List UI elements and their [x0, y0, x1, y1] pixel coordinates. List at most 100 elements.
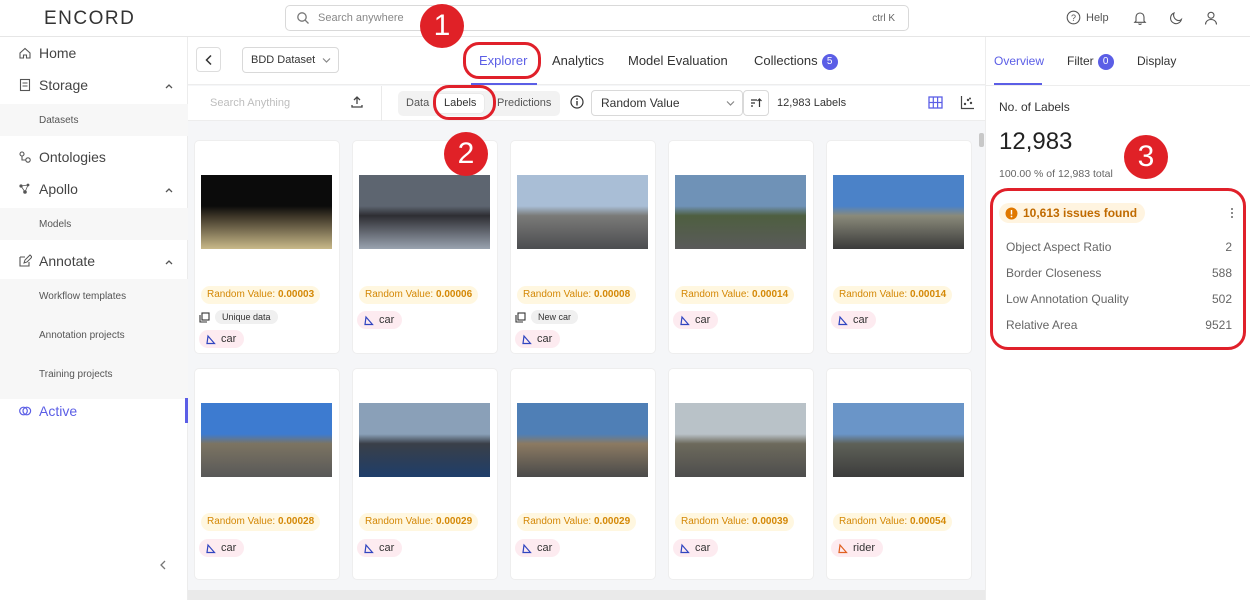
tab-filter[interactable]: Filter 0	[1067, 54, 1114, 70]
label-thumbnail[interactable]	[517, 403, 648, 477]
svg-text:?: ?	[1071, 13, 1076, 23]
dataset-select[interactable]: BDD Dataset	[242, 47, 339, 73]
user-icon[interactable]	[1203, 10, 1219, 26]
explorer-toolbar: Search Anything Data Labels Predictions …	[188, 86, 985, 121]
moon-icon[interactable]	[1168, 10, 1184, 26]
chevron-up-icon[interactable]	[164, 185, 174, 195]
annotation-ring-issues	[990, 188, 1246, 350]
label-thumbnail[interactable]	[675, 175, 806, 249]
object-class-chip[interactable]: car	[199, 539, 245, 557]
random-value: 0.00028	[277, 516, 315, 527]
random-value-label: Random Value:	[365, 516, 434, 527]
sidebar-item-home[interactable]: Home	[0, 43, 188, 63]
label-card[interactable]: Random Value: 0.00039 car	[669, 369, 813, 579]
grid-view-icon[interactable]	[928, 95, 943, 110]
sidebar-item-annotate[interactable]: Annotate	[0, 251, 188, 271]
explorer-header: BDD Dataset Explorer Analytics Model Eva…	[188, 37, 985, 85]
annotation-number-2: 2	[444, 132, 488, 176]
random-value-label: Random Value:	[839, 516, 908, 527]
global-search-input[interactable]: Search anywhere ctrl K	[285, 5, 909, 31]
sidebar-item-models[interactable]: Models	[0, 208, 188, 240]
horizontal-scrollbar[interactable]	[188, 590, 985, 600]
label-thumbnail[interactable]	[201, 175, 332, 249]
tab-overview[interactable]: Overview	[994, 54, 1044, 68]
sidebar-item-annotation-projects[interactable]: Annotation projects	[39, 330, 125, 341]
random-value-badge: Random Value: 0.00003	[201, 286, 321, 304]
object-class-chip[interactable]: car	[673, 539, 719, 557]
collections-count-badge: 5	[821, 54, 838, 70]
label-card[interactable]: Random Value: 0.00028 car	[195, 369, 339, 579]
random-value: 0.00029	[593, 516, 631, 527]
embedding-plot-icon[interactable]	[960, 95, 975, 110]
sidebar-item-label: Datasets	[39, 115, 79, 126]
label-thumbnail[interactable]	[517, 175, 648, 249]
label-thumbnail[interactable]	[201, 403, 332, 477]
object-class-label: car	[379, 542, 395, 554]
collapse-sidebar-icon[interactable]	[158, 559, 168, 571]
object-class-chip[interactable]: car	[515, 330, 561, 348]
vertical-scrollbar[interactable]	[979, 133, 984, 147]
object-class-label: car	[695, 314, 711, 326]
random-value: 0.00006	[435, 289, 473, 300]
chevron-up-icon[interactable]	[164, 257, 174, 267]
chevron-up-icon[interactable]	[164, 81, 174, 91]
object-class-chip[interactable]: car	[831, 311, 877, 329]
label-thumbnail[interactable]	[359, 175, 490, 249]
back-button[interactable]	[196, 47, 221, 72]
search-shortcut: ctrl K	[872, 12, 895, 24]
sidebar-item-datasets[interactable]: Datasets	[0, 104, 188, 136]
label-card[interactable]: Random Value: 0.00003 Unique data car	[195, 141, 339, 353]
label-card[interactable]: Random Value: 0.00029 car	[511, 369, 655, 579]
random-value-badge: Random Value: 0.00028	[201, 513, 321, 531]
sidebar-item-apollo[interactable]: Apollo	[0, 179, 188, 199]
polygon-icon	[206, 543, 216, 553]
sort-direction-button[interactable]	[743, 90, 769, 116]
sidebar-item-ontologies[interactable]: Ontologies	[0, 147, 188, 167]
sort-by-select[interactable]: Random Value	[591, 90, 743, 116]
polygon-icon	[838, 543, 848, 553]
help-button[interactable]: ? Help	[1066, 10, 1109, 25]
label-thumbnail[interactable]	[675, 403, 806, 477]
label-thumbnail[interactable]	[359, 403, 490, 477]
tab-collections[interactable]: Collections 5	[754, 53, 838, 70]
sidebar-item-label: Storage	[39, 77, 89, 93]
sidebar-item-storage[interactable]: Storage	[0, 75, 188, 95]
random-value-label: Random Value:	[681, 289, 750, 300]
collection-tag[interactable]: Unique data	[199, 309, 278, 325]
encord-logo[interactable]: ENCORD	[44, 8, 135, 30]
tab-model-evaluation[interactable]: Model Evaluation	[628, 53, 728, 68]
sidebar-item-active[interactable]: Active	[0, 401, 188, 421]
toolbar-divider	[381, 86, 382, 121]
object-class-chip[interactable]: car	[357, 539, 403, 557]
upload-icon[interactable]	[350, 95, 364, 109]
random-value: 0.00054	[909, 516, 947, 527]
label-card[interactable]: Random Value: 0.00014 car	[827, 141, 971, 353]
random-value-badge: Random Value: 0.00029	[517, 513, 637, 531]
bell-icon[interactable]	[1132, 10, 1148, 26]
top-bar: ENCORD Search anywhere ctrl K ? Help	[0, 0, 1250, 37]
label-card[interactable]: Random Value: 0.00029 car	[353, 369, 497, 579]
object-class-chip[interactable]: car	[357, 311, 403, 329]
object-class-chip[interactable]: car	[199, 330, 245, 348]
tab-analytics[interactable]: Analytics	[552, 53, 604, 68]
chevron-down-icon	[322, 58, 331, 63]
tab-display[interactable]: Display	[1137, 54, 1176, 68]
segment-data[interactable]: Data	[406, 97, 429, 109]
random-value-badge: Random Value: 0.00039	[675, 513, 795, 531]
search-anything-input[interactable]: Search Anything	[210, 97, 290, 109]
label-card[interactable]: Random Value: 0.00008 New car car	[511, 141, 655, 353]
collection-tag[interactable]: New car	[515, 309, 579, 325]
object-class-chip[interactable]: car	[673, 311, 719, 329]
object-class-chip[interactable]: rider	[831, 539, 884, 557]
label-thumbnail[interactable]	[833, 175, 964, 249]
segment-predictions[interactable]: Predictions	[497, 97, 551, 109]
label-card[interactable]: Random Value: 0.00054 rider	[827, 369, 971, 579]
polygon-icon	[680, 543, 690, 553]
object-class-chip[interactable]: car	[515, 539, 561, 557]
info-icon[interactable]	[570, 95, 584, 109]
sidebar-item-workflow-templates[interactable]: Workflow templates	[39, 291, 126, 302]
label-card[interactable]: Random Value: 0.00014 car	[669, 141, 813, 353]
tab-filter-label: Filter	[1067, 54, 1094, 68]
sidebar-item-training-projects[interactable]: Training projects	[39, 369, 113, 380]
label-thumbnail[interactable]	[833, 403, 964, 477]
